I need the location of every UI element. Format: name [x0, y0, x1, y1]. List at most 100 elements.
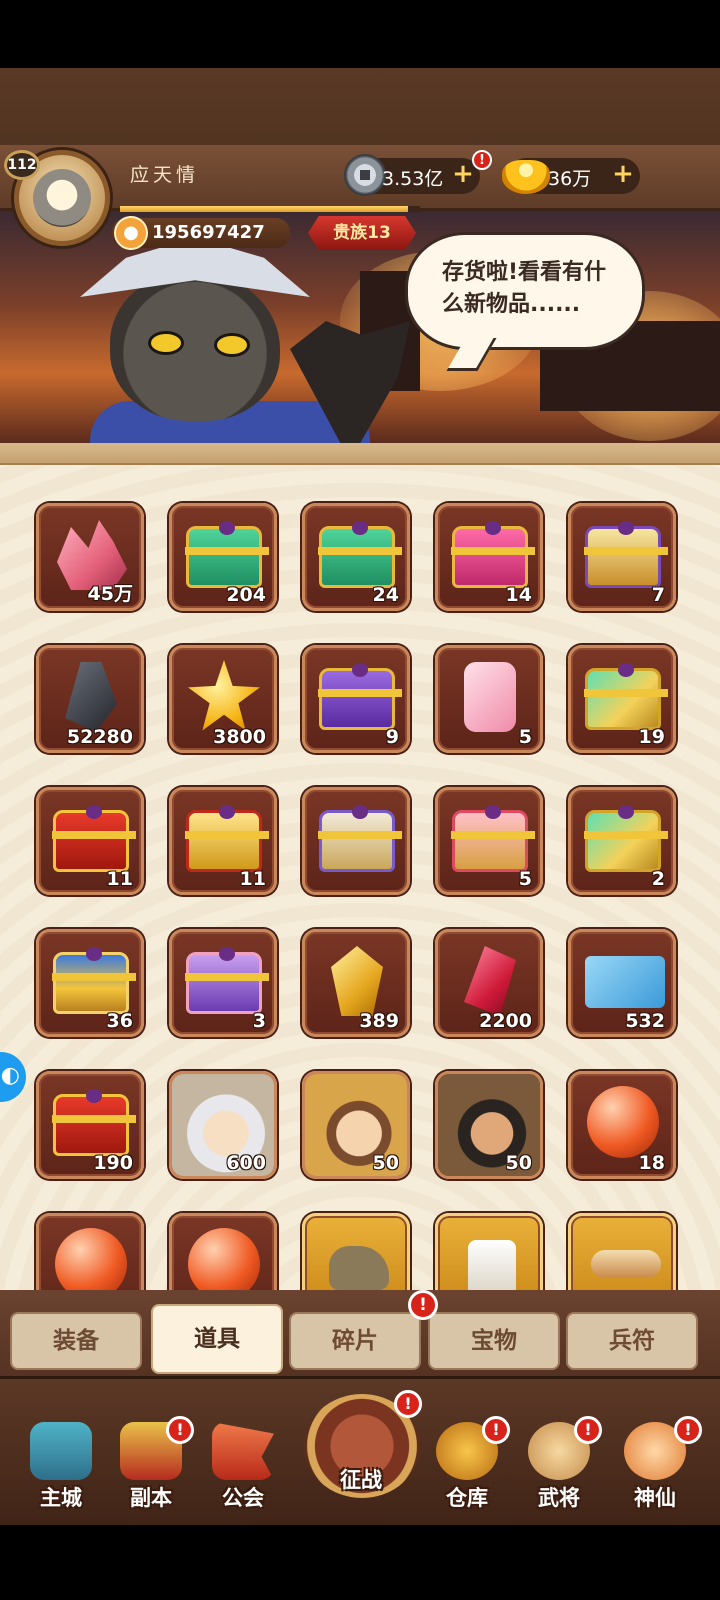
- inventory-item[interactable]: 24: [302, 503, 410, 611]
- gold-currency: 36万 +: [502, 158, 640, 194]
- item-art: [49, 1084, 136, 1158]
- nav-guild[interactable]: 公会: [200, 1422, 286, 1518]
- inventory-item[interactable]: 9: [302, 645, 410, 753]
- item-art: [315, 1226, 399, 1290]
- red-gold-chest-icon: [52, 805, 136, 872]
- inventory-item[interactable]: 7: [568, 503, 676, 611]
- item-art: [49, 942, 136, 1016]
- winged-helm-chest-icon: [584, 521, 668, 588]
- inventory-item[interactable]: 3: [169, 929, 277, 1037]
- noble-rank-badge[interactable]: 贵族13: [308, 216, 416, 250]
- item-count: 45万: [87, 583, 133, 605]
- nav-alert-badge: !: [394, 1390, 422, 1418]
- inventory-item[interactable]: [568, 1213, 676, 1290]
- inventory-item[interactable]: 52280: [36, 645, 144, 753]
- speech-text: 存货啦!看看有什么新物品......: [442, 260, 607, 317]
- pink-token-icon: [464, 662, 516, 732]
- inventory-item[interactable]: 50: [435, 1071, 543, 1179]
- inventory-item[interactable]: 18: [568, 1071, 676, 1179]
- inventory-item[interactable]: [302, 787, 410, 895]
- red-orb-icon: [587, 1086, 659, 1158]
- inventory-item[interactable]: 190: [36, 1071, 144, 1179]
- tab-items[interactable]: 道具: [151, 1304, 283, 1374]
- item-count: 14: [505, 584, 532, 606]
- nav-warehouse[interactable]: ! 仓库: [424, 1416, 510, 1518]
- tab-tokens[interactable]: 兵符: [566, 1312, 698, 1370]
- silver-add-button[interactable]: +: [450, 161, 476, 188]
- nav-campaign[interactable]: ! 征战: [300, 1380, 424, 1510]
- nav-dungeon[interactable]: ! 副本: [108, 1416, 194, 1518]
- item-art: [49, 658, 133, 732]
- inventory-item[interactable]: 389: [302, 929, 410, 1037]
- item-count: 52280: [66, 726, 133, 748]
- item-art: [581, 516, 668, 590]
- item-count: 204: [226, 584, 266, 606]
- inventory-item[interactable]: 50: [302, 1071, 410, 1179]
- item-count: 2200: [479, 1010, 532, 1032]
- item-count: 5: [518, 868, 532, 890]
- inventory-item[interactable]: 600: [169, 1071, 277, 1179]
- item-count: 389: [359, 1010, 399, 1032]
- gold-add-button[interactable]: +: [610, 161, 636, 188]
- inventory-item[interactable]: 2200: [435, 929, 543, 1037]
- item-art: [448, 516, 535, 590]
- guild-flag-icon: [212, 1422, 274, 1480]
- inventory-item[interactable]: 204: [169, 503, 277, 611]
- item-art: [49, 1226, 133, 1290]
- inventory-item[interactable]: [302, 1213, 410, 1290]
- nav-alert-badge: !: [574, 1416, 602, 1444]
- paw-icon: ●: [114, 216, 148, 250]
- inventory-item[interactable]: 19: [568, 645, 676, 753]
- item-count: 2: [651, 868, 665, 890]
- inventory-item[interactable]: 11: [36, 787, 144, 895]
- item-art: [315, 800, 402, 874]
- item-count: 190: [93, 1152, 133, 1174]
- inventory-item[interactable]: 2: [568, 787, 676, 895]
- tab-equipment[interactable]: 装备: [10, 1312, 142, 1370]
- item-count: 5: [518, 726, 532, 748]
- gold-ingot-icon: [502, 160, 550, 194]
- inventory-item[interactable]: 5: [435, 645, 543, 753]
- nav-generals[interactable]: ! 武将: [516, 1416, 602, 1518]
- nav-alert-badge: !: [674, 1416, 702, 1444]
- nav-label: 主城: [40, 1486, 82, 1510]
- inventory-item[interactable]: [169, 1213, 277, 1290]
- item-art: [448, 800, 535, 874]
- red-orb-icon: [188, 1228, 260, 1290]
- inventory-item[interactable]: 3800: [169, 645, 277, 753]
- beast-figurine-icon: [329, 1246, 389, 1290]
- mp-ticket-icon: [585, 956, 665, 1008]
- item-art: [581, 800, 668, 874]
- nav-label: 仓库: [446, 1486, 488, 1510]
- speech-bubble: 存货啦!看看有什么新物品......: [405, 232, 645, 350]
- main-city-icon: [30, 1422, 92, 1480]
- inventory-item[interactable]: 14: [435, 503, 543, 611]
- inventory-item[interactable]: 532: [568, 929, 676, 1037]
- combat-power: ● 195697427: [112, 216, 290, 250]
- tab-treasures[interactable]: 宝物: [428, 1312, 560, 1370]
- item-art: [448, 1226, 532, 1290]
- nav-immortals[interactable]: ! 神仙: [612, 1416, 702, 1518]
- item-count: 532: [625, 1010, 665, 1032]
- item-art: [49, 800, 136, 874]
- inventory-item[interactable]: [435, 1213, 543, 1290]
- green-chest-icon: [185, 521, 269, 588]
- inventory-item[interactable]: 45万: [36, 503, 144, 611]
- item-count: 600: [226, 1152, 266, 1174]
- inventory-item[interactable]: [36, 1213, 144, 1290]
- open-purple-chest-icon: [185, 947, 269, 1014]
- nav-alert-badge: !: [482, 1416, 510, 1444]
- silver-alert-badge: !: [472, 150, 492, 170]
- item-art: [305, 1074, 407, 1176]
- tab-fragments[interactable]: 碎片: [289, 1312, 421, 1370]
- inventory-item[interactable]: 11: [169, 787, 277, 895]
- pink-chest-icon: [451, 521, 535, 588]
- nav-main-city[interactable]: 主城: [18, 1422, 104, 1518]
- inventory-item[interactable]: 5: [435, 787, 543, 895]
- inventory-panel: 45万 204 24 14 7 52280 3800 9 5 19 11 11 5 2 36 3 389 2200…: [0, 465, 720, 1290]
- item-art: [581, 942, 665, 1016]
- item-art: [172, 1074, 274, 1176]
- shopkeeper-cat-character: [70, 241, 410, 443]
- inventory-item[interactable]: 36: [36, 929, 144, 1037]
- item-count: 11: [239, 868, 266, 890]
